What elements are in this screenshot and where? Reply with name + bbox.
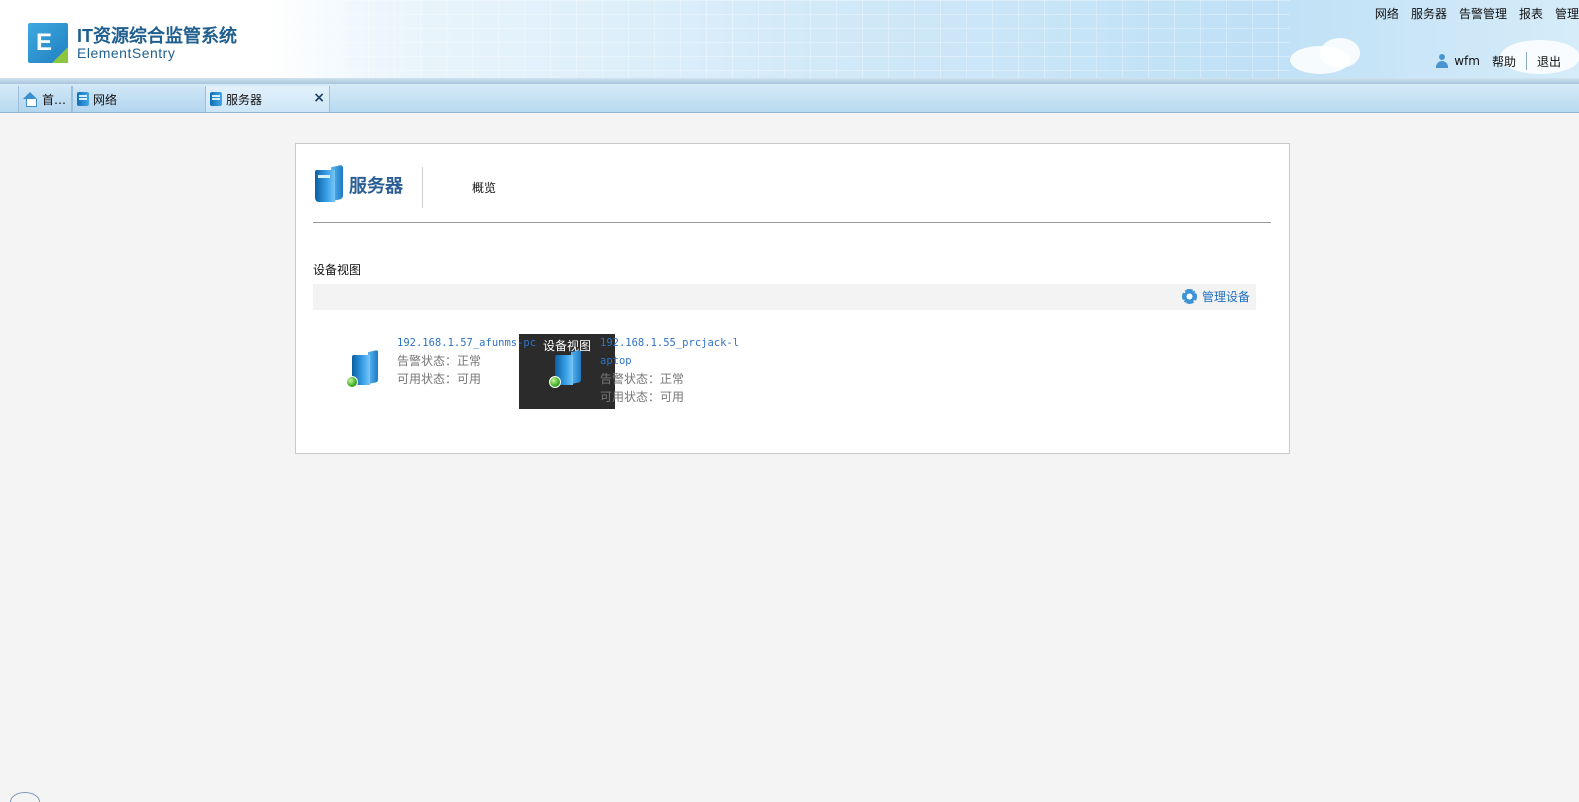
app-logo: E (28, 23, 68, 63)
header-cloud (1320, 38, 1360, 68)
server-icon[interactable] (549, 349, 585, 389)
divider (1525, 52, 1527, 70)
app-subtitle: ElementSentry (77, 45, 176, 61)
server-icon (77, 92, 89, 106)
availability-status: 可用状态：可用 (397, 372, 482, 386)
username: wfm (1454, 54, 1480, 68)
tab-label: 服务器 (226, 92, 263, 107)
alarm-status: 告警状态：正常 (600, 372, 685, 386)
tab-overview[interactable]: 概览 (459, 176, 509, 200)
app-header: E IT资源综合监管系统 ElementSentry 网络 服务器 告警管理 报… (0, 0, 1579, 78)
divider (313, 222, 1271, 223)
status-ok-icon (549, 376, 561, 388)
device-name-link[interactable]: 192.168.1.57_afunms-pc (397, 334, 537, 352)
panel-title: 服务器 (349, 176, 403, 197)
alarm-status: 告警状态：正常 (397, 354, 482, 368)
user-icon (1435, 54, 1449, 68)
device-name-link[interactable]: 192.168.1.55_prcjack-laptop (600, 334, 740, 370)
manage-devices-button[interactable]: 管理设备 (1181, 288, 1250, 305)
server-panel: 服务器 概览 设备视图 设备视图 管理设备 192.168.1.57_afunm… (295, 143, 1290, 454)
top-navigation: 网络 服务器 告警管理 报表 管理 (1375, 5, 1579, 22)
user-bar: wfm 帮助 退出 (1435, 52, 1561, 70)
tab-network[interactable]: 网络 (72, 86, 206, 112)
device-item: 192.168.1.55_prcjack-laptop 告警状态：正常 可用状态… (549, 334, 749, 409)
logout-link[interactable]: 退出 (1537, 53, 1561, 70)
device-info: 192.168.1.55_prcjack-laptop 告警状态：正常 可用状态… (600, 334, 740, 406)
header-background-pattern (290, 0, 1290, 78)
section-title: 设备视图 (313, 263, 362, 277)
server-icon (313, 164, 345, 204)
toolbar: 管理设备 (313, 284, 1256, 310)
device-item: 192.168.1.57_afunms-pc 告警状态：正常 可用状态：可用 (346, 334, 546, 409)
nav-reports[interactable]: 报表 (1519, 5, 1543, 22)
close-tab-icon[interactable]: × (313, 90, 325, 106)
tab-label: 首… (42, 92, 67, 107)
nav-network[interactable]: 网络 (1375, 5, 1399, 22)
home-icon (23, 92, 38, 107)
help-link[interactable]: 帮助 (1492, 53, 1516, 70)
manage-devices-label: 管理设备 (1201, 290, 1250, 304)
tab-label: 网络 (93, 92, 118, 107)
gear-icon (1181, 289, 1197, 304)
nav-alarm-management[interactable]: 告警管理 (1459, 5, 1507, 22)
tab-home[interactable]: 首… (18, 86, 72, 112)
server-icon (210, 92, 222, 106)
availability-status: 可用状态：可用 (600, 390, 685, 404)
corner-widget (10, 792, 40, 802)
panel-header: 服务器 (313, 164, 403, 204)
nav-management[interactable]: 管理 (1555, 5, 1579, 22)
tab-server[interactable]: 服务器 × (205, 86, 330, 112)
tab-bar: 首… 网络 服务器 × (0, 84, 1579, 113)
status-ok-icon (346, 376, 358, 388)
divider (422, 167, 423, 208)
nav-server[interactable]: 服务器 (1411, 5, 1447, 22)
server-icon[interactable] (346, 349, 382, 389)
device-info: 192.168.1.57_afunms-pc 告警状态：正常 可用状态：可用 (397, 334, 537, 388)
